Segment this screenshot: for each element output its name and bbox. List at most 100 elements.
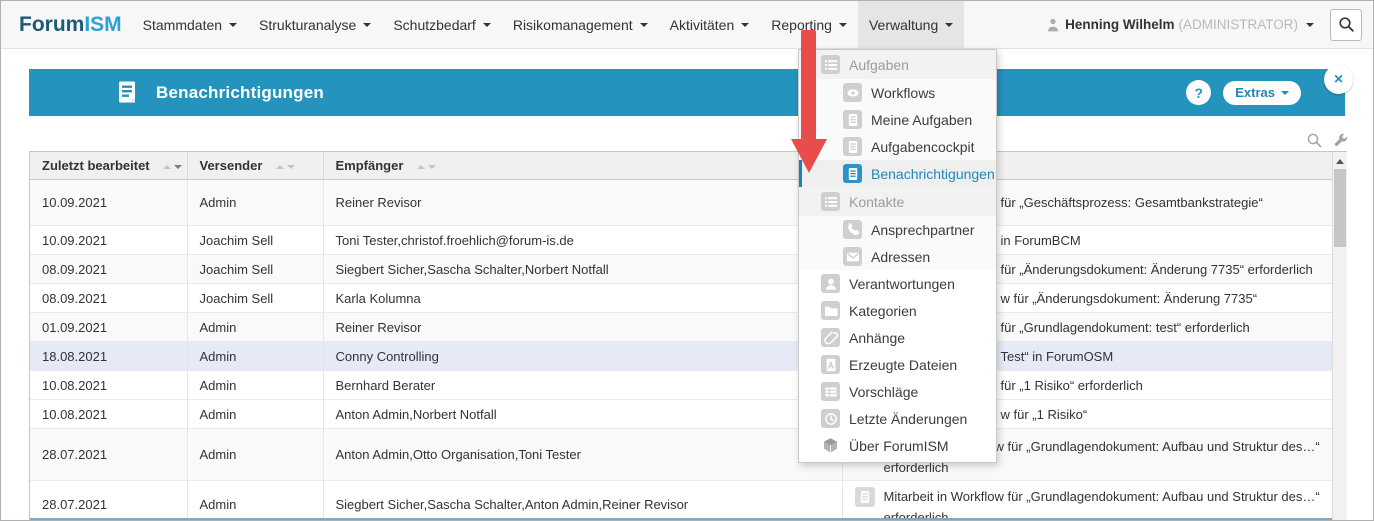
nav-item-label: Stammdaten <box>143 17 222 33</box>
scrollbar-thumb[interactable] <box>1334 169 1346 247</box>
menu-item-benachrichtigungen[interactable]: Benachrichtigungen <box>799 160 996 187</box>
menu-item-verantwortungen[interactable]: Verantwortungen <box>799 270 996 297</box>
menu-item-aufgabencockpit[interactable]: Aufgabencockpit <box>799 133 996 160</box>
menu-item-ueber-forumism[interactable]: Über ForumISM <box>799 432 996 459</box>
panel-header: Benachrichtigungen ? Extras × <box>29 69 1345 116</box>
menu-item-vorschlaege[interactable]: Vorschläge <box>799 378 996 405</box>
navbar-right: Henning Wilhelm (ADMINISTRATOR) <box>1047 1 1373 48</box>
person-icon <box>821 274 840 293</box>
cell-sender: Joachim Sell <box>200 262 274 277</box>
menu-item-label: Über ForumISM <box>849 438 949 454</box>
menu-item-kategorien[interactable]: Kategorien <box>799 297 996 324</box>
menu-item-label: Verantwortungen <box>849 276 955 292</box>
eye-icon <box>843 83 862 102</box>
notification-document-icon <box>843 164 862 183</box>
menu-item-label: Letzte Änderungen <box>849 411 967 427</box>
nav-item-strukturanalyse[interactable]: Strukturanalyse <box>248 1 382 48</box>
scroll-up-arrow-icon[interactable] <box>1336 159 1344 164</box>
cell-recipients: Anton Admin,Otto Organisation,Toni Teste… <box>336 447 581 462</box>
table-row[interactable]: 10.08.2021 Admin Bernhard Berater für „1… <box>30 371 1332 400</box>
document-icon <box>855 487 875 507</box>
table-row[interactable]: 28.07.2021 Admin Siegbert Sicher,Sascha … <box>30 481 1332 521</box>
nav-item-verwaltung[interactable]: Verwaltung <box>858 1 964 48</box>
column-header-zuletzt-bearbeitet[interactable]: Zuletzt bearbeitet <box>30 152 187 180</box>
menu-item-adressen[interactable]: Adressen <box>799 243 996 270</box>
cell-recipients: Bernhard Berater <box>336 378 436 393</box>
table-row[interactable]: 08.09.2021 Joachim Sell Siegbert Sicher,… <box>30 255 1332 284</box>
column-header-versender[interactable]: Versender <box>187 152 323 180</box>
notifications-document-icon <box>117 80 138 105</box>
menu-item-ansprechpartner[interactable]: Ansprechpartner <box>799 216 996 243</box>
help-label: ? <box>1194 85 1203 101</box>
menu-item-label: Ansprechpartner <box>871 222 975 238</box>
annotation-arrow-head <box>791 139 827 173</box>
cell-sender: Joachim Sell <box>200 233 274 248</box>
document-icon <box>843 137 862 156</box>
cell-sender: Admin <box>200 407 237 422</box>
close-button[interactable]: × <box>1324 65 1353 94</box>
user-menu[interactable]: Henning Wilhelm (ADMINISTRATOR) <box>1047 17 1314 32</box>
nav-item-risikomanagement[interactable]: Risikomanagement <box>502 1 659 48</box>
table-row[interactable]: 10.09.2021 Admin Reiner Revisor für „Ges… <box>30 180 1332 226</box>
nav-item-aktivitaeten[interactable]: Aktivitäten <box>659 1 761 48</box>
column-header-empfaenger[interactable]: Empfänger <box>323 152 842 180</box>
chevron-down-icon <box>483 23 491 27</box>
table-row-selected[interactable]: 18.08.2021 Admin Conny Controlling Test“… <box>30 342 1332 371</box>
extras-button[interactable]: Extras <box>1223 81 1301 105</box>
cell-recipients: Siegbert Sicher,Sascha Schalter,Anton Ad… <box>336 497 689 512</box>
brand-logo[interactable]: ForumISM <box>19 1 122 48</box>
nav-item-stammdaten[interactable]: Stammdaten <box>132 1 248 48</box>
table-settings-wrench-icon[interactable] <box>1332 132 1349 149</box>
sort-icons <box>163 165 182 169</box>
nav-item-label: Risikomanagement <box>513 17 633 33</box>
user-name: Henning Wilhelm <box>1065 17 1174 32</box>
menu-item-meine-aufgaben[interactable]: Meine Aufgaben <box>799 106 996 133</box>
chevron-down-icon <box>363 23 371 27</box>
pdf-icon <box>821 355 840 374</box>
menu-item-anhaenge[interactable]: Anhänge <box>799 324 996 351</box>
cube-icon <box>821 436 840 455</box>
chevron-down-icon <box>945 23 953 27</box>
chevron-down-icon <box>640 23 648 27</box>
cell-recipients: Conny Controlling <box>336 349 439 364</box>
document-icon <box>843 110 862 129</box>
menu-item-letzte-aenderungen[interactable]: Letzte Änderungen <box>799 405 996 432</box>
navbar: ForumISM Stammdaten Strukturanalyse Schu… <box>1 1 1373 49</box>
cell-sender: Admin <box>200 378 237 393</box>
menu-item-erzeugte-dateien[interactable]: Erzeugte Dateien <box>799 351 996 378</box>
menu-item-workflows[interactable]: Workflows <box>799 79 996 106</box>
cell-recipients: Reiner Revisor <box>336 320 422 335</box>
cell-sender: Admin <box>200 195 237 210</box>
menu-item-label: Adressen <box>871 249 930 265</box>
table-search-icon[interactable] <box>1306 132 1323 149</box>
grid-icon <box>821 382 840 401</box>
brand-primary: Forum <box>19 13 84 37</box>
nav-item-schutzbedarf[interactable]: Schutzbedarf <box>382 1 502 48</box>
verwaltung-dropdown-menu: Aufgaben Workflows Meine Aufgaben Aufgab… <box>798 49 997 463</box>
table-row[interactable]: 01.09.2021 Admin Reiner Revisor für „Gru… <box>30 313 1332 342</box>
cell-date: 10.09.2021 <box>42 233 107 248</box>
chevron-down-icon <box>1306 23 1314 27</box>
search-button[interactable] <box>1330 9 1362 41</box>
cell-sender: Admin <box>200 447 237 462</box>
cell-recipients: Toni Tester,christof.froehlich@forum-is.… <box>336 233 574 248</box>
extras-label: Extras <box>1235 85 1275 100</box>
help-button[interactable]: ? <box>1186 80 1211 105</box>
table-row[interactable]: 10.09.2021 Joachim Sell Toni Tester,chri… <box>30 226 1332 255</box>
menu-item-label: Workflows <box>871 85 935 101</box>
vertical-scrollbar[interactable] <box>1332 152 1347 520</box>
history-icon <box>821 409 840 428</box>
column-label: Empfänger <box>336 158 404 173</box>
table-row[interactable]: 10.08.2021 Admin Anton Admin,Norbert Not… <box>30 400 1332 429</box>
table-row[interactable]: 08.09.2021 Joachim Sell Karla Kolumna w … <box>30 284 1332 313</box>
table-row[interactable]: 28.07.2021 Admin Anton Admin,Otto Organi… <box>30 429 1332 481</box>
cell-date: 01.09.2021 <box>42 320 107 335</box>
cell-date: 10.08.2021 <box>42 378 107 393</box>
folder-icon <box>821 301 840 320</box>
table-bottom-accent <box>30 518 1332 520</box>
list-icon <box>821 55 840 74</box>
cell-sender: Admin <box>200 320 237 335</box>
cell-sender: Admin <box>200 349 237 364</box>
nav-item-label: Schutzbedarf <box>393 17 476 33</box>
user-role: (ADMINISTRATOR) <box>1179 17 1299 32</box>
